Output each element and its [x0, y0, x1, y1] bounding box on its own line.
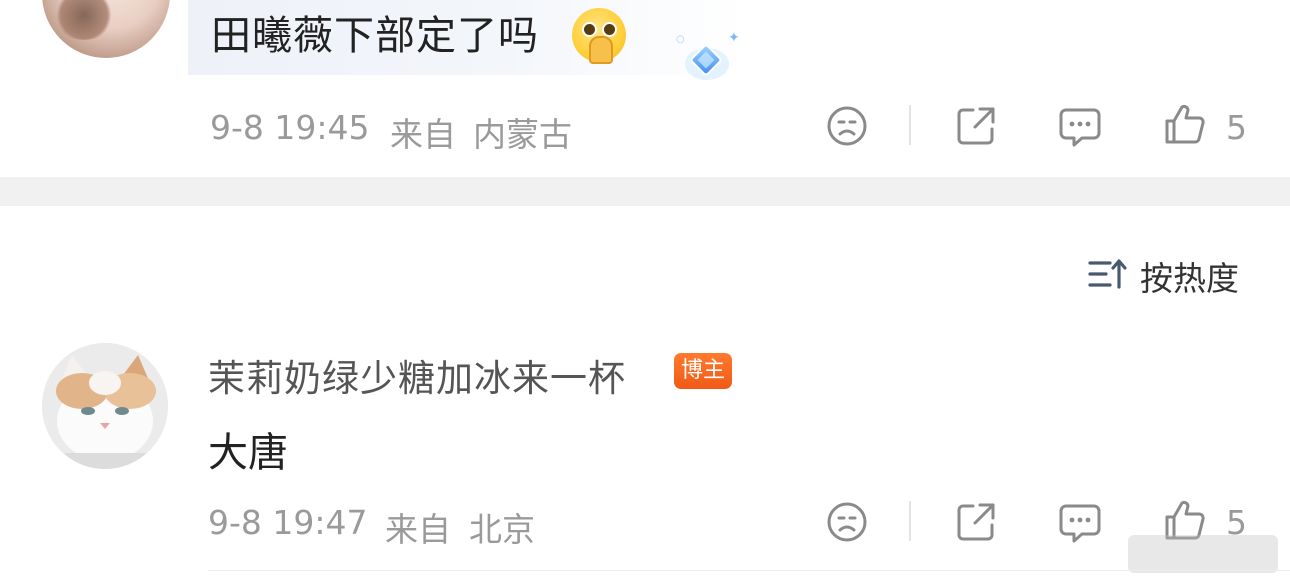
cat-avatar-image: [42, 343, 168, 469]
pray-emoji-icon: [572, 8, 626, 64]
dislike-face-icon[interactable]: [826, 501, 868, 543]
avatar[interactable]: [42, 0, 170, 58]
separator: [909, 105, 911, 145]
section-divider: [0, 177, 1290, 206]
comment-icon[interactable]: [1058, 105, 1102, 149]
bottom-divider: [208, 570, 1290, 571]
dislike-face-icon[interactable]: [826, 105, 868, 147]
diamond-sticker-icon: [685, 44, 729, 80]
comment-location: 北京: [469, 510, 535, 549]
sparkle-icon: ✦: [728, 30, 740, 46]
comment-timestamp: 9-8 19:45: [210, 108, 370, 147]
from-label: 来自: [385, 510, 451, 549]
comment-location: 内蒙古: [473, 115, 572, 154]
sort-icon[interactable]: [1088, 258, 1128, 290]
share-icon[interactable]: [955, 501, 997, 543]
comment-timestamp: 9-8 19:47: [208, 503, 368, 542]
author-badge: 博主: [674, 353, 732, 389]
from-label: 来自: [390, 115, 456, 154]
share-icon[interactable]: [955, 105, 997, 147]
comment-text: 田曦薇下部定了吗: [211, 13, 539, 59]
username[interactable]: 茉莉奶绿少糖加冰来一杯: [208, 348, 626, 402]
comment-text: 大唐: [208, 430, 288, 476]
avatar[interactable]: [42, 343, 168, 469]
separator: [909, 501, 911, 541]
sort-label[interactable]: 按热度: [1140, 252, 1239, 300]
sparkle-icon: ○: [676, 34, 685, 45]
avatar-hair: [54, 0, 114, 40]
like-thumb-icon[interactable]: [1163, 102, 1207, 146]
watermark-overlay: [1128, 535, 1278, 573]
like-count: 5: [1226, 108, 1247, 147]
comment-icon[interactable]: [1058, 501, 1102, 545]
